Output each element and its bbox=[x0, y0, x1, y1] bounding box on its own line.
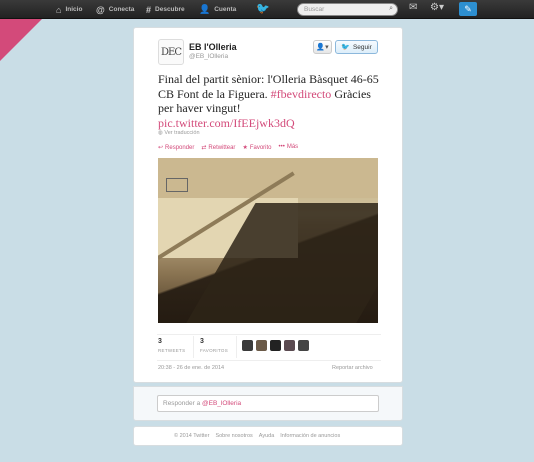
hashtag-link[interactable]: #fbevdirecto bbox=[271, 87, 332, 101]
retweet-icon: ⇄ bbox=[201, 145, 207, 151]
more-label: Más bbox=[286, 144, 299, 150]
compose-icon: ✎ bbox=[464, 3, 472, 14]
footer-ads-link[interactable]: Información de anuncios bbox=[280, 433, 340, 439]
photo-wall bbox=[158, 158, 378, 198]
star-icon: ★ bbox=[242, 145, 248, 151]
top-navigation-bar: ⌂ Inicio @ Conecta # Descubre 👤 Cuenta 🐦… bbox=[0, 0, 534, 19]
reply-prefix: Responder a bbox=[163, 400, 203, 407]
reply-action[interactable]: ↩ Responder bbox=[158, 144, 194, 151]
avatar[interactable] bbox=[284, 340, 295, 351]
reply-input[interactable]: Responder a @EB_lOlleria bbox=[157, 395, 379, 412]
nav-discover[interactable]: # Descubre bbox=[146, 0, 185, 19]
person-icon: 👤 bbox=[199, 4, 211, 14]
footer: © 2014 Twitter Sobre nosotros Ayuda Info… bbox=[133, 426, 403, 446]
divider bbox=[157, 360, 381, 361]
more-icon: ••• bbox=[278, 144, 285, 150]
compose-tweet-button[interactable]: ✎ bbox=[459, 2, 477, 16]
favorites-label: FAVORITOS bbox=[200, 348, 229, 353]
divider bbox=[236, 336, 237, 358]
pic-link[interactable]: pic.twitter.com/IfEEjwk3dQ bbox=[158, 116, 295, 130]
nav-connect[interactable]: @ Conecta bbox=[96, 0, 134, 19]
divider bbox=[193, 336, 194, 358]
avatar[interactable] bbox=[298, 340, 309, 351]
nav-account[interactable]: 👤 Cuenta bbox=[199, 0, 236, 19]
avatar[interactable] bbox=[270, 340, 281, 351]
reply-mention: @EB_lOlleria bbox=[202, 400, 242, 407]
hashtag-icon: # bbox=[146, 4, 152, 15]
search-input[interactable]: Buscar ⌕ bbox=[297, 3, 398, 16]
envelope-icon[interactable]: ✉ bbox=[409, 2, 417, 13]
nav-discover-label: Descubre bbox=[155, 6, 185, 13]
favorites-count[interactable]: 3 bbox=[200, 338, 204, 345]
nav-connect-label: Conecta bbox=[108, 6, 135, 13]
translate-link[interactable]: ◍ Ver traducción bbox=[158, 130, 200, 136]
follow-bird-icon: 🐦 bbox=[341, 44, 350, 51]
nav-home-label: Inicio bbox=[65, 6, 83, 13]
tweet-actions: ↩ Responder ⇄ Retwittear ★ Favorito ••• Más bbox=[158, 144, 298, 151]
home-icon: ⌂ bbox=[56, 4, 62, 15]
profile-accent-corner bbox=[0, 19, 42, 61]
nav-account-label: Cuenta bbox=[214, 6, 237, 13]
footer-about-link[interactable]: Sobre nosotros bbox=[215, 433, 252, 439]
search-icon[interactable]: ⌕ bbox=[389, 5, 393, 13]
tweet-timestamp[interactable]: 20:38 - 26 de ene. de 2014 bbox=[158, 365, 224, 371]
tweet-text: Final del partit sènior: l'Olleria Bàsqu… bbox=[158, 72, 383, 130]
more-action[interactable]: ••• Más bbox=[279, 144, 299, 151]
favoriters-avatars bbox=[242, 340, 309, 351]
retweets-count[interactable]: 3 bbox=[158, 338, 162, 345]
twitter-bird-icon[interactable]: 🐦 bbox=[256, 2, 272, 16]
tweet-card: DEC EB l'Olleria @EB_lOlleria 👤▾ 🐦 Segui… bbox=[133, 27, 403, 383]
nav-home[interactable]: ⌂ Inicio bbox=[56, 0, 82, 19]
tweet-photo[interactable] bbox=[158, 158, 378, 323]
tweet-author-name[interactable]: EB l'Olleria bbox=[189, 42, 237, 52]
tweet-author-handle[interactable]: @EB_lOlleria bbox=[189, 53, 228, 60]
photo-backboard bbox=[166, 178, 188, 192]
footer-help-link[interactable]: Ayuda bbox=[259, 433, 275, 439]
follow-button[interactable]: 🐦 Seguir bbox=[335, 40, 378, 54]
retweets-label: RETWEETS bbox=[158, 348, 186, 353]
avatar[interactable] bbox=[242, 340, 253, 351]
avatar[interactable] bbox=[256, 340, 267, 351]
reply-icon: ↩ bbox=[158, 145, 164, 151]
favorite-action[interactable]: ★ Favorito bbox=[242, 144, 271, 151]
retweet-label: Retwittear bbox=[208, 145, 236, 151]
retweet-action[interactable]: ⇄ Retwittear bbox=[201, 144, 235, 151]
footer-copyright: © 2014 Twitter bbox=[174, 433, 210, 439]
follow-label: Seguir bbox=[352, 43, 372, 51]
reply-label: Responder bbox=[165, 145, 195, 151]
user-actions-icon: 👤▾ bbox=[316, 44, 329, 51]
translate-label: Ver traducción bbox=[164, 130, 200, 136]
globe-icon: ◍ bbox=[158, 130, 163, 136]
search-placeholder: Buscar bbox=[304, 6, 325, 13]
at-icon: @ bbox=[96, 4, 105, 15]
report-link[interactable]: Reportar archivo bbox=[332, 365, 373, 371]
user-actions-button[interactable]: 👤▾ bbox=[313, 40, 332, 54]
gear-icon[interactable]: ⚙▾ bbox=[430, 2, 444, 13]
reply-box: Responder a @EB_lOlleria bbox=[133, 386, 403, 421]
divider bbox=[157, 334, 381, 335]
avatar[interactable]: DEC bbox=[158, 39, 184, 65]
favorite-label: Favorito bbox=[249, 145, 272, 151]
